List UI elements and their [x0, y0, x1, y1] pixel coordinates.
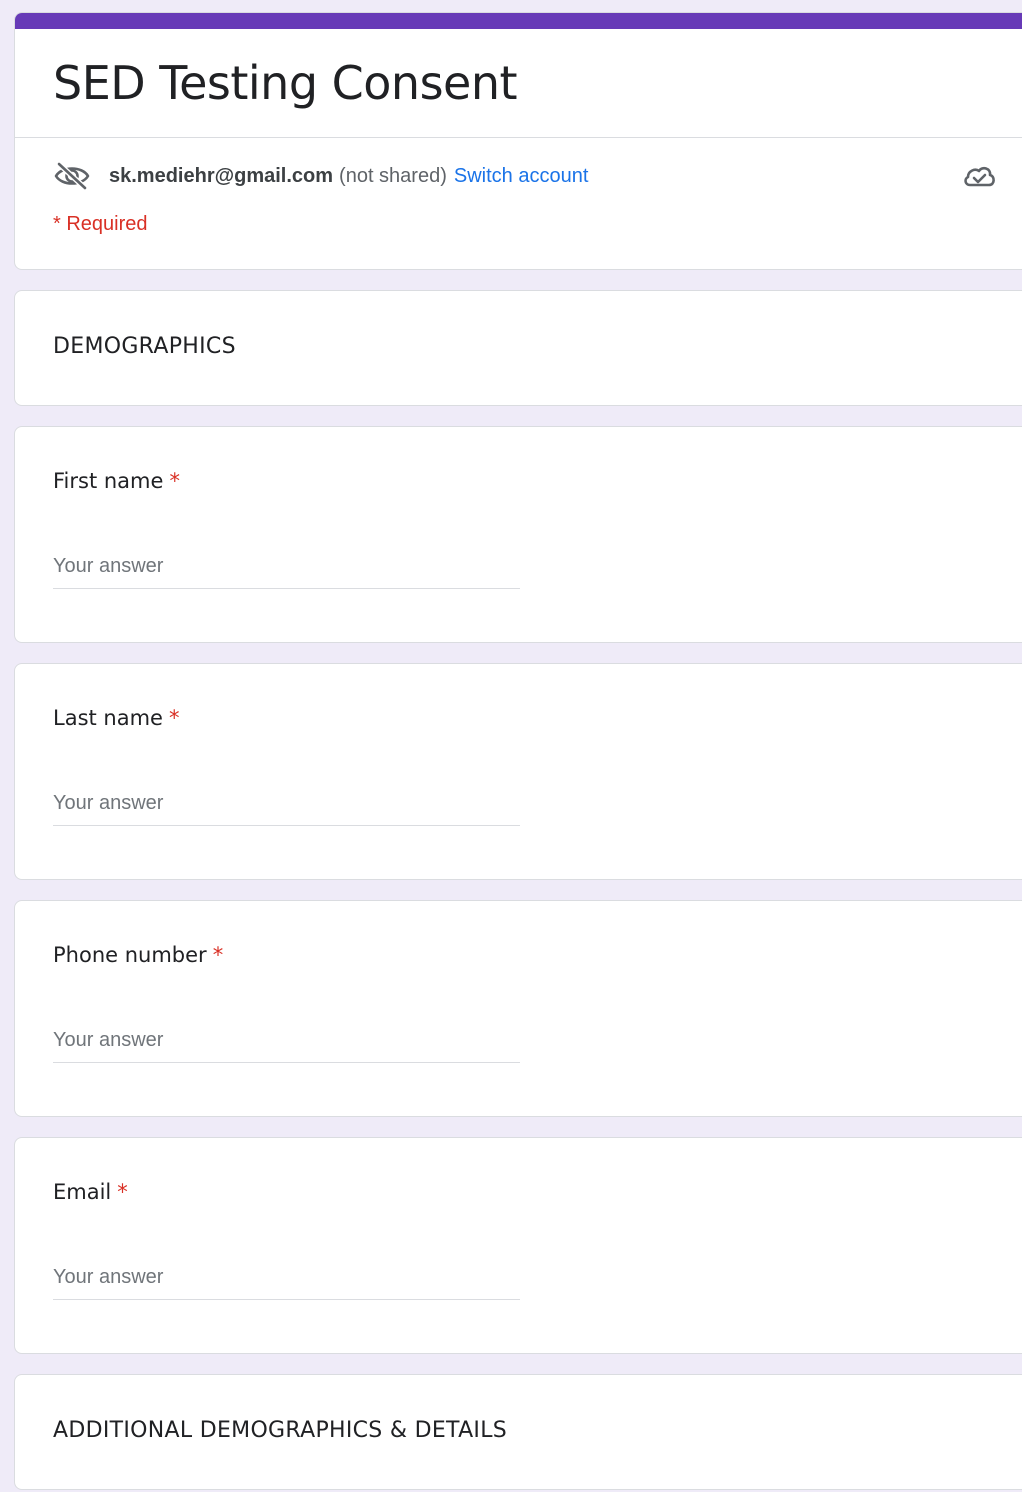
account-row: sk.mediehr@gmail.com (not shared) Switch… [53, 161, 588, 191]
section-card-additional-demographics: ADDITIONAL DEMOGRAPHICS & DETAILS [14, 1374, 1022, 1490]
form-title: SED Testing Consent [53, 56, 518, 110]
question-card-phone-number: Phone number * [14, 900, 1022, 1117]
phone-number-input[interactable] [53, 1019, 520, 1063]
question-card-last-name: Last name * [14, 663, 1022, 880]
question-label: Last name * [53, 706, 179, 730]
title-divider [15, 137, 1022, 138]
required-asterisk: * [169, 469, 180, 493]
required-asterisk: * [212, 943, 224, 967]
section-title: DEMOGRAPHICS [53, 334, 236, 359]
last-name-input[interactable] [53, 782, 520, 826]
account-sharing-status: (not shared) [339, 164, 447, 187]
required-asterisk: * [117, 1180, 128, 1204]
section-title: ADDITIONAL DEMOGRAPHICS & DETAILS [53, 1418, 508, 1443]
question-label: First name * [53, 469, 180, 493]
question-label: Phone number * [53, 943, 223, 967]
section-card-demographics: DEMOGRAPHICS [14, 290, 1022, 406]
question-card-first-name: First name * [14, 426, 1022, 643]
question-title: First name [53, 469, 164, 493]
question-label: Email * [53, 1180, 128, 1204]
required-note: * Required [53, 213, 148, 235]
question-title: Phone number [53, 943, 207, 967]
question-title: Email [53, 1180, 112, 1204]
cloud-check-icon [964, 166, 995, 187]
switch-account-link[interactable]: Switch account [454, 165, 589, 188]
question-card-email: Email * [14, 1137, 1022, 1354]
question-title: Last name [53, 706, 163, 730]
account-email: sk.mediehr@gmail.com [109, 164, 334, 187]
accent-bar [15, 13, 1022, 29]
required-asterisk: * [168, 706, 180, 730]
first-name-input[interactable] [53, 545, 520, 589]
form-header-card: SED Testing Consent sk.mediehr@gmail.com… [14, 12, 1022, 270]
eye-off-icon [54, 161, 90, 191]
email-input[interactable] [53, 1256, 520, 1300]
